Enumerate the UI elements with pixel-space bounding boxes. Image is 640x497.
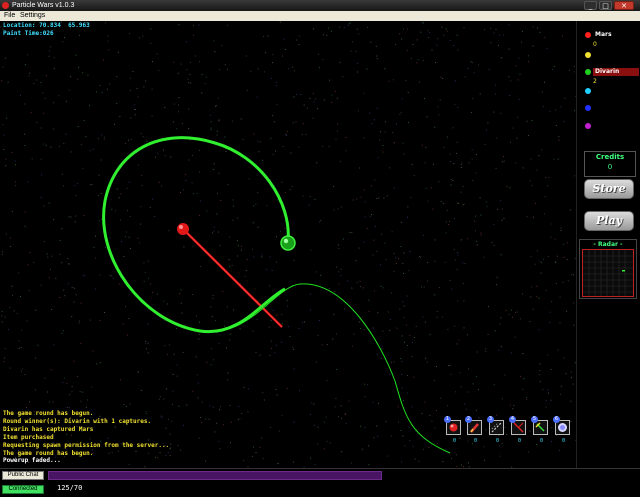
store-button[interactable]: Store bbox=[584, 179, 634, 199]
log-line: Requesting spawn permission from the ser… bbox=[3, 441, 170, 449]
item-slot-1[interactable]: 1 0 bbox=[444, 416, 461, 444]
minimize-button[interactable]: _ bbox=[584, 1, 597, 10]
credits-value: 0 bbox=[607, 163, 613, 171]
player-slot-4[interactable] bbox=[582, 86, 639, 96]
item-slot-6[interactable]: 6 0 bbox=[553, 416, 570, 444]
game-field[interactable]: Location: 70.834 65.963 Paint Time:026 T… bbox=[0, 21, 576, 468]
player-color-dot bbox=[585, 105, 591, 111]
mars-ball bbox=[177, 223, 189, 235]
player-color-dot bbox=[585, 32, 591, 38]
player-color-dot bbox=[585, 69, 591, 75]
red-orb-icon bbox=[449, 423, 458, 432]
radar-label: - Radar - bbox=[593, 241, 623, 248]
side-panel: Mars 0 Divarin 2 Credits 0 Store Play - … bbox=[576, 21, 640, 468]
log-line: Divarin has captured Mars bbox=[3, 425, 94, 433]
menu-file[interactable]: File bbox=[4, 11, 15, 21]
wand-icon bbox=[535, 422, 545, 432]
item-slot-2[interactable]: 2 0 bbox=[465, 416, 482, 444]
slot-count: 0 bbox=[517, 438, 521, 444]
item-slot-4[interactable]: 4 0 bbox=[509, 416, 526, 444]
menu-settings[interactable]: Settings bbox=[20, 11, 45, 21]
log-line: Round winner(s): Divarin with 1 captures… bbox=[3, 417, 152, 425]
fps-counter: 125/70 bbox=[57, 484, 83, 492]
slot-count: 0 bbox=[539, 438, 543, 444]
slot-count: 0 bbox=[473, 438, 477, 444]
player-score: 2 bbox=[593, 78, 597, 85]
player-slot-3[interactable]: Divarin 2 bbox=[582, 67, 639, 85]
chat-input[interactable] bbox=[48, 471, 382, 480]
window-title: Particle Wars v1.0.3 bbox=[12, 2, 75, 9]
hud-paint-time: Paint Time:026 bbox=[3, 30, 54, 37]
radar-player-blip bbox=[622, 270, 625, 272]
public-chat-button[interactable]: Public Chat bbox=[2, 471, 44, 480]
log-line: The game round has begun. bbox=[3, 410, 94, 417]
slot-count: 0 bbox=[561, 438, 565, 444]
item-slot-5[interactable]: 5 0 bbox=[531, 416, 548, 444]
radar-grid bbox=[583, 250, 633, 296]
close-button[interactable]: ✕ bbox=[614, 1, 634, 10]
player-score: 0 bbox=[593, 41, 597, 48]
chain-icon bbox=[491, 422, 502, 433]
radar-panel: - Radar - bbox=[579, 239, 637, 299]
player-slot-5[interactable] bbox=[582, 103, 639, 113]
radar-map[interactable] bbox=[582, 249, 634, 297]
player-name: Mars bbox=[595, 31, 612, 38]
item-slot-3[interactable]: 3 0 bbox=[487, 416, 504, 444]
app-ball-icon bbox=[2, 2, 9, 9]
divarin-ball bbox=[280, 235, 296, 251]
player-color-dot bbox=[585, 88, 591, 94]
player-slot-6[interactable] bbox=[582, 121, 639, 131]
player-slot-1[interactable]: Mars 0 bbox=[582, 30, 639, 48]
log-line: Item purchased bbox=[3, 433, 54, 441]
menu-bar: File Settings bbox=[0, 11, 640, 21]
player-slot-2[interactable] bbox=[582, 50, 639, 60]
hud-location: Location: 70.834 65.963 bbox=[3, 22, 90, 29]
connected-status-button[interactable]: Connected bbox=[2, 485, 44, 494]
player-color-dot bbox=[585, 52, 591, 58]
slot-count: 0 bbox=[495, 438, 499, 444]
play-button[interactable]: Play bbox=[584, 211, 634, 231]
message-log: The game round has begun. Round winner(s… bbox=[3, 410, 169, 465]
slot-count: 0 bbox=[452, 438, 456, 444]
maximize-button[interactable]: □ bbox=[599, 1, 612, 10]
credits-label: Credits bbox=[595, 153, 625, 161]
player-color-dot bbox=[585, 123, 591, 129]
credits-box: Credits 0 bbox=[584, 151, 636, 177]
shield-orb-icon bbox=[558, 423, 567, 432]
laser-icon bbox=[513, 422, 524, 433]
game-scene bbox=[102, 136, 451, 454]
log-line: Powerup faded... bbox=[3, 457, 61, 465]
title-bar: Particle Wars v1.0.3 _ □ ✕ bbox=[0, 0, 640, 11]
status-bar: Public Chat Connected 125/70 bbox=[0, 468, 640, 497]
player-name: Divarin bbox=[595, 68, 620, 75]
log-line: The game round has begun. bbox=[3, 449, 94, 457]
rocket-icon bbox=[470, 423, 479, 433]
